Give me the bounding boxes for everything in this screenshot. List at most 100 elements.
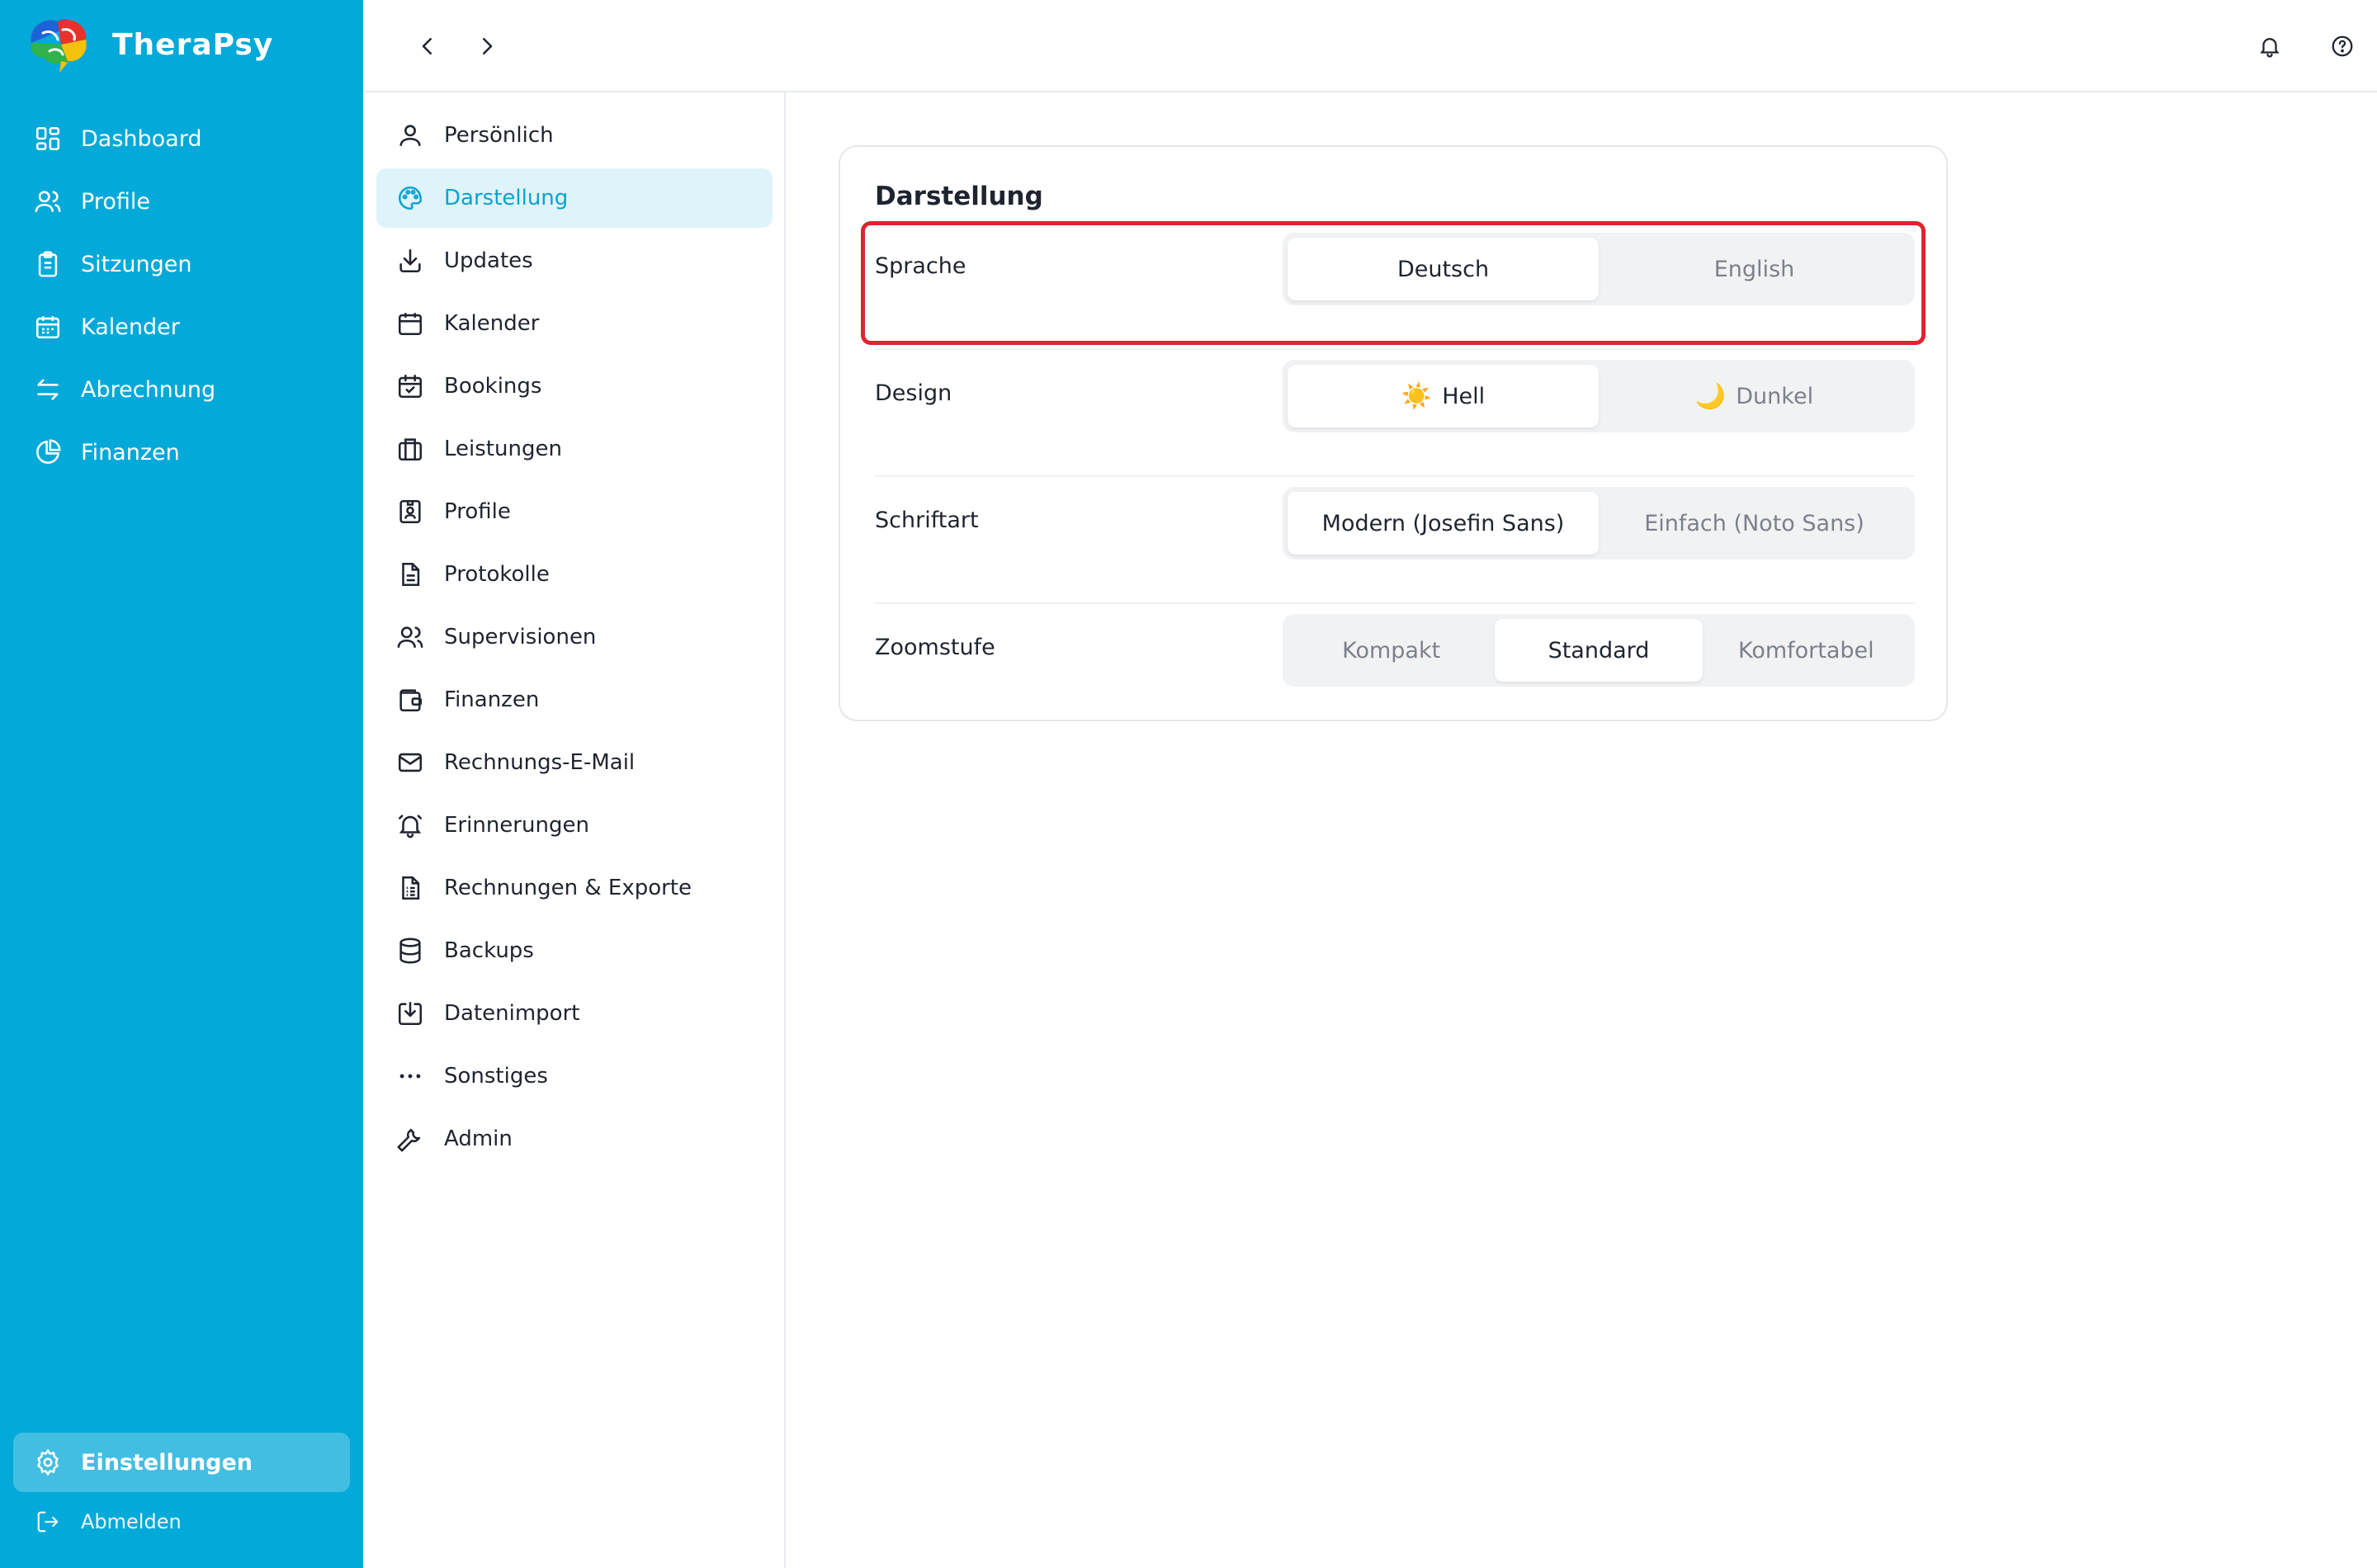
settings-nav-label: Sonstiges xyxy=(444,1064,548,1089)
transfer-arrows-icon xyxy=(33,375,63,404)
settings-nav-label: Rechnungs-E-Mail xyxy=(444,750,636,775)
bell-ring-icon xyxy=(395,810,426,841)
main-nav-label: Sitzungen xyxy=(81,251,192,277)
settings-nav-item-profile[interactable]: Profile xyxy=(376,482,773,541)
logout-label: Abmelden xyxy=(81,1510,182,1533)
gear-icon xyxy=(33,1448,63,1477)
theme-option-dunkel[interactable]: 🌙 Dunkel xyxy=(1599,365,1910,427)
settings-nav-item-erinnerungen[interactable]: Erinnerungen xyxy=(376,796,773,855)
settings-nav-item-rechnungs-email[interactable]: Rechnungs-E-Mail xyxy=(376,733,773,792)
download-icon xyxy=(395,245,426,276)
theme-selector: ☀️ Hell 🌙 Dunkel xyxy=(1283,360,1915,432)
palette-icon xyxy=(395,182,426,214)
briefcase-icon xyxy=(395,433,426,465)
main-nav-item-sitzungen[interactable]: Sitzungen xyxy=(13,233,350,295)
settings-nav-item-persoenlich[interactable]: Persönlich xyxy=(376,106,773,165)
theme-option-hell[interactable]: ☀️ Hell xyxy=(1288,365,1599,427)
wrench-icon xyxy=(395,1123,426,1155)
settings-nav-label: Erinnerungen xyxy=(444,813,589,838)
settings-nav-label: Admin xyxy=(444,1126,513,1151)
card-title: Darstellung xyxy=(875,182,1043,211)
theme-option-label: Dunkel xyxy=(1736,383,1814,409)
settings-nav-item-finanzen[interactable]: Finanzen xyxy=(376,670,773,730)
main-nav-item-einstellungen[interactable]: Einstellungen xyxy=(13,1433,350,1492)
setting-label: Zoomstufe xyxy=(875,635,995,660)
settings-nav-label: Datenimport xyxy=(444,1001,580,1026)
language-option-deutsch[interactable]: Deutsch xyxy=(1288,238,1599,300)
sun-icon: ☀️ xyxy=(1401,381,1433,411)
settings-nav-item-rechnungen-exporte[interactable]: Rechnungen & Exporte xyxy=(376,858,773,918)
id-badge-icon xyxy=(395,496,426,527)
notifications-button[interactable] xyxy=(2250,26,2290,66)
app-sidebar: TheraPsy Dashboard Profile Sitzungen Kal… xyxy=(0,0,363,1568)
settings-nav-label: Darstellung xyxy=(444,186,569,210)
zoom-option-standard[interactable]: Standard xyxy=(1495,619,1703,682)
wallet-icon xyxy=(395,684,426,716)
setting-row-sprache: Sprache Deutsch English xyxy=(875,223,1915,350)
settings-nav-item-backups[interactable]: Backups xyxy=(376,921,773,980)
database-icon xyxy=(395,935,426,966)
main-nav-label: Einstellungen xyxy=(81,1449,253,1476)
setting-row-schriftart: Schriftart Modern (Josefin Sans) Einfach… xyxy=(875,477,1915,604)
settings-nav-item-bookings[interactable]: Bookings xyxy=(376,357,773,416)
chevron-left-icon xyxy=(422,38,432,54)
users-icon xyxy=(33,187,63,216)
language-selector: Deutsch English xyxy=(1283,233,1915,305)
forward-button[interactable] xyxy=(467,26,507,66)
brand[interactable]: TheraPsy xyxy=(25,15,273,74)
help-circle-icon xyxy=(2332,35,2353,57)
appearance-card: Darstellung Sprache Deutsch English Desi… xyxy=(839,145,1948,721)
main-nav-item-dashboard[interactable]: Dashboard xyxy=(13,107,350,170)
settings-nav-label: Profile xyxy=(444,499,511,524)
help-button[interactable] xyxy=(2323,26,2362,66)
invoice-icon xyxy=(395,872,426,904)
zoom-option-komfortabel[interactable]: Komfortabel xyxy=(1703,619,1910,682)
calendar-icon xyxy=(395,308,426,339)
zoom-option-kompakt[interactable]: Kompakt xyxy=(1288,619,1495,682)
main-nav-item-kalender[interactable]: Kalender xyxy=(13,295,350,358)
users-icon xyxy=(395,621,426,653)
font-selector: Modern (Josefin Sans) Einfach (Noto Sans… xyxy=(1283,487,1915,560)
settings-nav-item-protokolle[interactable]: Protokolle xyxy=(376,545,773,604)
zoom-selector: Kompakt Standard Komfortabel xyxy=(1283,614,1915,687)
settings-nav-item-leistungen[interactable]: Leistungen xyxy=(376,419,773,479)
mail-icon xyxy=(395,747,426,778)
main-nav-label: Finanzen xyxy=(81,439,180,465)
calendar-icon xyxy=(33,312,63,342)
settings-nav-label: Updates xyxy=(444,248,533,273)
logout-icon xyxy=(33,1507,63,1537)
settings-nav-item-datenimport[interactable]: Datenimport xyxy=(376,984,773,1043)
user-icon xyxy=(395,120,426,151)
back-button[interactable] xyxy=(408,26,447,66)
settings-nav-item-admin[interactable]: Admin xyxy=(376,1109,773,1169)
settings-nav-item-darstellung[interactable]: Darstellung xyxy=(376,168,773,228)
settings-nav-label: Kalender xyxy=(444,311,540,336)
main-nav-item-abrechnung[interactable]: Abrechnung xyxy=(13,358,350,421)
settings-nav-label: Backups xyxy=(444,938,534,963)
calendar-check-icon xyxy=(395,371,426,402)
font-option-einfach[interactable]: Einfach (Noto Sans) xyxy=(1599,492,1910,555)
settings-nav-item-supervisionen[interactable]: Supervisionen xyxy=(376,607,773,667)
font-option-modern[interactable]: Modern (Josefin Sans) xyxy=(1288,492,1599,555)
settings-nav-item-sonstiges[interactable]: Sonstiges xyxy=(376,1046,773,1106)
settings-nav-item-kalender[interactable]: Kalender xyxy=(376,294,773,353)
settings-nav-label: Supervisionen xyxy=(444,625,597,649)
settings-nav-label: Persönlich xyxy=(444,123,554,148)
dashboard-icon xyxy=(33,124,63,153)
topbar xyxy=(363,0,2377,92)
language-option-english[interactable]: English xyxy=(1599,238,1910,300)
settings-nav-label: Finanzen xyxy=(444,687,540,712)
setting-label: Schriftart xyxy=(875,508,979,533)
chevron-right-icon xyxy=(483,38,493,54)
logout-button[interactable]: Abmelden xyxy=(13,1492,350,1551)
settings-nav-item-updates[interactable]: Updates xyxy=(376,231,773,290)
setting-label: Sprache xyxy=(875,253,966,279)
setting-row-zoomstufe: Zoomstufe Kompakt Standard Komfortabel xyxy=(875,604,1915,731)
document-icon xyxy=(395,559,426,590)
main-nav-item-finanzen[interactable]: Finanzen xyxy=(13,421,350,484)
import-icon xyxy=(395,998,426,1029)
setting-row-design: Design ☀️ Hell 🌙 Dunkel xyxy=(875,350,1915,477)
main-nav-item-profile[interactable]: Profile xyxy=(13,170,350,233)
pie-chart-icon xyxy=(33,437,63,467)
settings-nav-label: Rechnungen & Exporte xyxy=(444,876,692,900)
